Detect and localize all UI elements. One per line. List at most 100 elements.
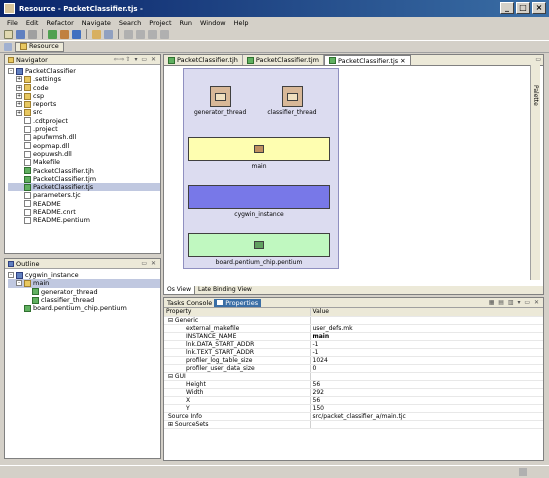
outline-title[interactable]: Outline [16, 260, 40, 268]
search-icon[interactable] [72, 29, 81, 39]
close-icon[interactable]: ✕ [400, 57, 405, 65]
generator-thread-component[interactable]: generator_thread [194, 86, 246, 116]
board-component[interactable]: board.pentium_chip.pentium [188, 233, 330, 266]
outline-item[interactable]: classifier_thread [8, 296, 160, 304]
property-row[interactable]: Source Info src/packet_classifier_a/main.… [164, 412, 543, 421]
cygwin-instance-component[interactable]: cygwin_instance [188, 185, 330, 218]
property-value[interactable]: main [310, 332, 543, 341]
close-button[interactable]: × [532, 2, 546, 14]
properties-tab[interactable]: Properties [214, 298, 262, 307]
outline-item[interactable]: - main [8, 279, 160, 288]
property-value[interactable]: user_defs.mk [310, 324, 543, 333]
open-resource-icon[interactable] [104, 29, 113, 39]
navigator-title[interactable]: Navigator [16, 56, 48, 64]
navigator-item[interactable]: PacketClassifier.tjs [8, 183, 160, 192]
menu-navigate[interactable]: Navigate [82, 19, 111, 27]
collapse-icon[interactable]: - [8, 68, 14, 75]
expand-icon[interactable]: + [16, 93, 22, 100]
property-row[interactable]: profiler_log_table_size 1024 [164, 356, 543, 365]
palette-panel[interactable]: Palette [530, 65, 540, 280]
navigator-item[interactable]: README.cnrt [8, 208, 160, 216]
property-row[interactable]: lnk.DATA_START_ADDR -1 [164, 340, 543, 349]
properties-toolbar[interactable]: ▦ ▤ ▥ ▾ ▭ ✕ [489, 299, 540, 306]
value-column-header[interactable]: Value [310, 308, 543, 317]
navigator-item[interactable]: README.pentium [8, 216, 160, 224]
navigator-item[interactable]: eopuwsh.dll [8, 150, 160, 158]
navigator-item[interactable]: PacketClassifier.tjm [8, 175, 160, 183]
navigator-item[interactable]: PacketClassifier.tjh [8, 167, 160, 175]
debug-icon[interactable] [60, 29, 69, 39]
minimize-button[interactable]: _ [500, 2, 514, 14]
console-tab[interactable]: Console [186, 299, 212, 307]
os-view-tab[interactable]: Os View [164, 286, 195, 294]
navigator-item[interactable]: + csp [8, 92, 160, 100]
main-component[interactable]: main [188, 137, 330, 170]
property-value[interactable] [310, 420, 543, 429]
property-group-row[interactable]: ⊟ GUI [164, 372, 543, 381]
property-value[interactable]: 150 [310, 404, 543, 413]
navigator-item[interactable]: README [8, 200, 160, 208]
property-value[interactable]: 0 [310, 364, 543, 373]
navigator-item[interactable]: + code [8, 84, 160, 92]
menu-search[interactable]: Search [119, 19, 141, 27]
property-row[interactable]: profiler_user_data_size 0 [164, 364, 543, 373]
property-value[interactable]: 56 [310, 380, 543, 389]
property-row[interactable]: X 56 [164, 396, 543, 405]
navigator-item[interactable]: + src [8, 108, 160, 116]
property-column-header[interactable]: Property [164, 308, 311, 317]
next-annotation-icon[interactable] [148, 29, 157, 39]
property-row[interactable]: external_makefile user_defs.mk [164, 324, 543, 333]
menu-project[interactable]: Project [149, 19, 171, 27]
navigator-item[interactable]: - PacketClassifier [8, 67, 160, 75]
menu-help[interactable]: Help [234, 19, 249, 27]
editor-tab[interactable]: PacketClassifier.tjh [164, 55, 243, 65]
property-group-row[interactable]: ⊟ Generic [164, 316, 543, 325]
property-value[interactable]: -1 [310, 348, 543, 357]
menu-run[interactable]: Run [180, 19, 192, 27]
navigator-item[interactable]: eopmap.dll [8, 142, 160, 150]
back-icon[interactable] [124, 29, 133, 39]
diagram-canvas[interactable]: generator_thread classifier_thread main … [183, 68, 339, 269]
property-row[interactable]: lnk.TEXT_START_ADDR -1 [164, 348, 543, 357]
classifier-thread-component[interactable]: classifier_thread [267, 86, 317, 116]
expand-icon[interactable]: + [16, 76, 22, 83]
expand-icon[interactable]: + [16, 84, 22, 91]
outline-item[interactable]: - cygwin_instance [8, 271, 160, 279]
property-value[interactable]: 56 [310, 396, 543, 405]
save-icon[interactable] [16, 29, 25, 39]
expand-icon[interactable]: + [16, 101, 22, 108]
property-value[interactable]: -1 [310, 340, 543, 349]
editor-maximize-icon[interactable]: ▭ [535, 56, 541, 63]
outline-toolbar[interactable]: ▭ ✕ [141, 260, 157, 267]
tasks-tab[interactable]: Tasks [167, 299, 184, 307]
property-row[interactable]: Width 292 [164, 388, 543, 397]
navigator-item[interactable]: apufwmsh.dll [8, 133, 160, 141]
menu-edit[interactable]: Edit [26, 19, 39, 27]
expand-icon[interactable]: + [16, 109, 22, 116]
editor-tab[interactable]: PacketClassifier.tjm [243, 55, 324, 65]
property-value[interactable]: 292 [310, 388, 543, 397]
navigator-item[interactable]: Makefile [8, 158, 160, 166]
navigator-item[interactable]: .cdtproject [8, 117, 160, 125]
maximize-button[interactable]: □ [516, 2, 530, 14]
navigator-item[interactable]: + reports [8, 100, 160, 108]
open-type-icon[interactable] [92, 29, 101, 39]
outline-item[interactable]: board.pentium_chip.pentium [8, 304, 160, 312]
property-value[interactable] [310, 316, 543, 325]
outline-item[interactable]: generator_thread [8, 288, 160, 296]
open-perspective-icon[interactable] [4, 42, 12, 51]
property-row[interactable]: INSTANCE_NAME main [164, 332, 543, 341]
collapse-icon[interactable]: - [8, 272, 14, 279]
property-group-row[interactable]: ⊞ SourceSets [164, 420, 543, 429]
prev-annotation-icon[interactable] [160, 29, 169, 39]
run-icon[interactable] [48, 29, 57, 39]
menu-refactor[interactable]: Refactor [46, 19, 73, 27]
navigator-item[interactable]: + .settings [8, 75, 160, 83]
property-value[interactable]: 1024 [310, 356, 543, 365]
perspective-resource[interactable]: Resource [15, 41, 64, 52]
menu-file[interactable]: File [7, 19, 18, 27]
property-value[interactable] [310, 372, 543, 381]
forward-icon[interactable] [136, 29, 145, 39]
new-icon[interactable] [4, 29, 13, 39]
property-row[interactable]: Y 150 [164, 404, 543, 413]
